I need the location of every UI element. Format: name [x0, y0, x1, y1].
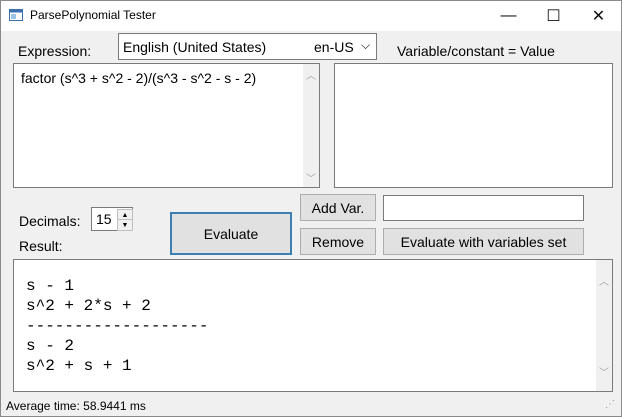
result-scrollbar[interactable]: ︿ ﹀	[596, 260, 612, 391]
culture-select[interactable]: English (United States) en-US ⌵	[118, 33, 377, 60]
culture-name: English (United States)	[123, 39, 267, 55]
result-line: s - 1	[26, 277, 75, 295]
result-label: Result:	[19, 238, 63, 254]
result-text: s - 1 s^2 + 2*s + 2 ------------------- …	[26, 276, 208, 376]
scroll-up-icon[interactable]: ︿	[596, 272, 612, 288]
chevron-down-icon: ⌵	[361, 38, 371, 52]
remove-button[interactable]: Remove	[300, 228, 376, 255]
status-bar: Average time: 58.9441 ms ⋰	[1, 397, 621, 416]
expression-text: factor (s^3 + s^2 - 2)/(s^3 - s^2 - s - …	[21, 70, 257, 86]
result-line: s^2 + s + 1	[26, 357, 132, 375]
expression-scrollbar[interactable]: ︿ ﹀	[303, 64, 319, 187]
expression-label: Expression:	[18, 43, 92, 59]
scroll-down-icon[interactable]: ﹀	[303, 169, 319, 185]
new-variable-input[interactable]	[383, 195, 584, 221]
maximize-icon: ☐	[546, 8, 561, 25]
status-text: Average time: 58.9441 ms	[6, 399, 146, 413]
decimals-label: Decimals:	[19, 213, 81, 229]
close-button[interactable]: ✕	[576, 1, 621, 31]
close-icon: ✕	[591, 8, 606, 25]
variables-header: Variable/constant = Value	[397, 43, 555, 59]
maximize-button[interactable]: ☐	[531, 1, 576, 31]
main-window: ParsePolynomial Tester — ☐ ✕ Expression:…	[0, 0, 622, 417]
minimize-icon: —	[500, 7, 517, 24]
stepper-down-icon[interactable]: ▼	[117, 219, 133, 231]
expression-input[interactable]: factor (s^3 + s^2 - 2)/(s^3 - s^2 - s - …	[13, 63, 320, 188]
app-icon	[9, 9, 23, 21]
add-var-button[interactable]: Add Var.	[300, 194, 376, 221]
result-output[interactable]: s - 1 s^2 + 2*s + 2 ------------------- …	[13, 259, 613, 392]
evaluate-with-variables-button[interactable]: Evaluate with variables set	[383, 228, 584, 255]
result-line: -------------------	[26, 317, 209, 335]
result-line: s - 2	[26, 337, 75, 355]
result-line: s^2 + 2*s + 2	[26, 297, 151, 315]
culture-code: en-US	[314, 39, 354, 55]
window-title: ParsePolynomial Tester	[30, 8, 156, 22]
decimals-value: 15	[96, 211, 112, 227]
title-bar[interactable]: ParsePolynomial Tester — ☐ ✕	[1, 1, 621, 31]
scroll-down-icon[interactable]: ﹀	[596, 363, 612, 379]
scroll-up-icon[interactable]: ︿	[303, 66, 319, 82]
variables-list[interactable]	[334, 63, 613, 188]
resize-grip-icon[interactable]: ⋰	[605, 399, 615, 410]
evaluate-button[interactable]: Evaluate	[170, 212, 292, 255]
minimize-button[interactable]: —	[486, 1, 531, 31]
decimals-stepper[interactable]: 15 ▲ ▼	[91, 207, 133, 231]
